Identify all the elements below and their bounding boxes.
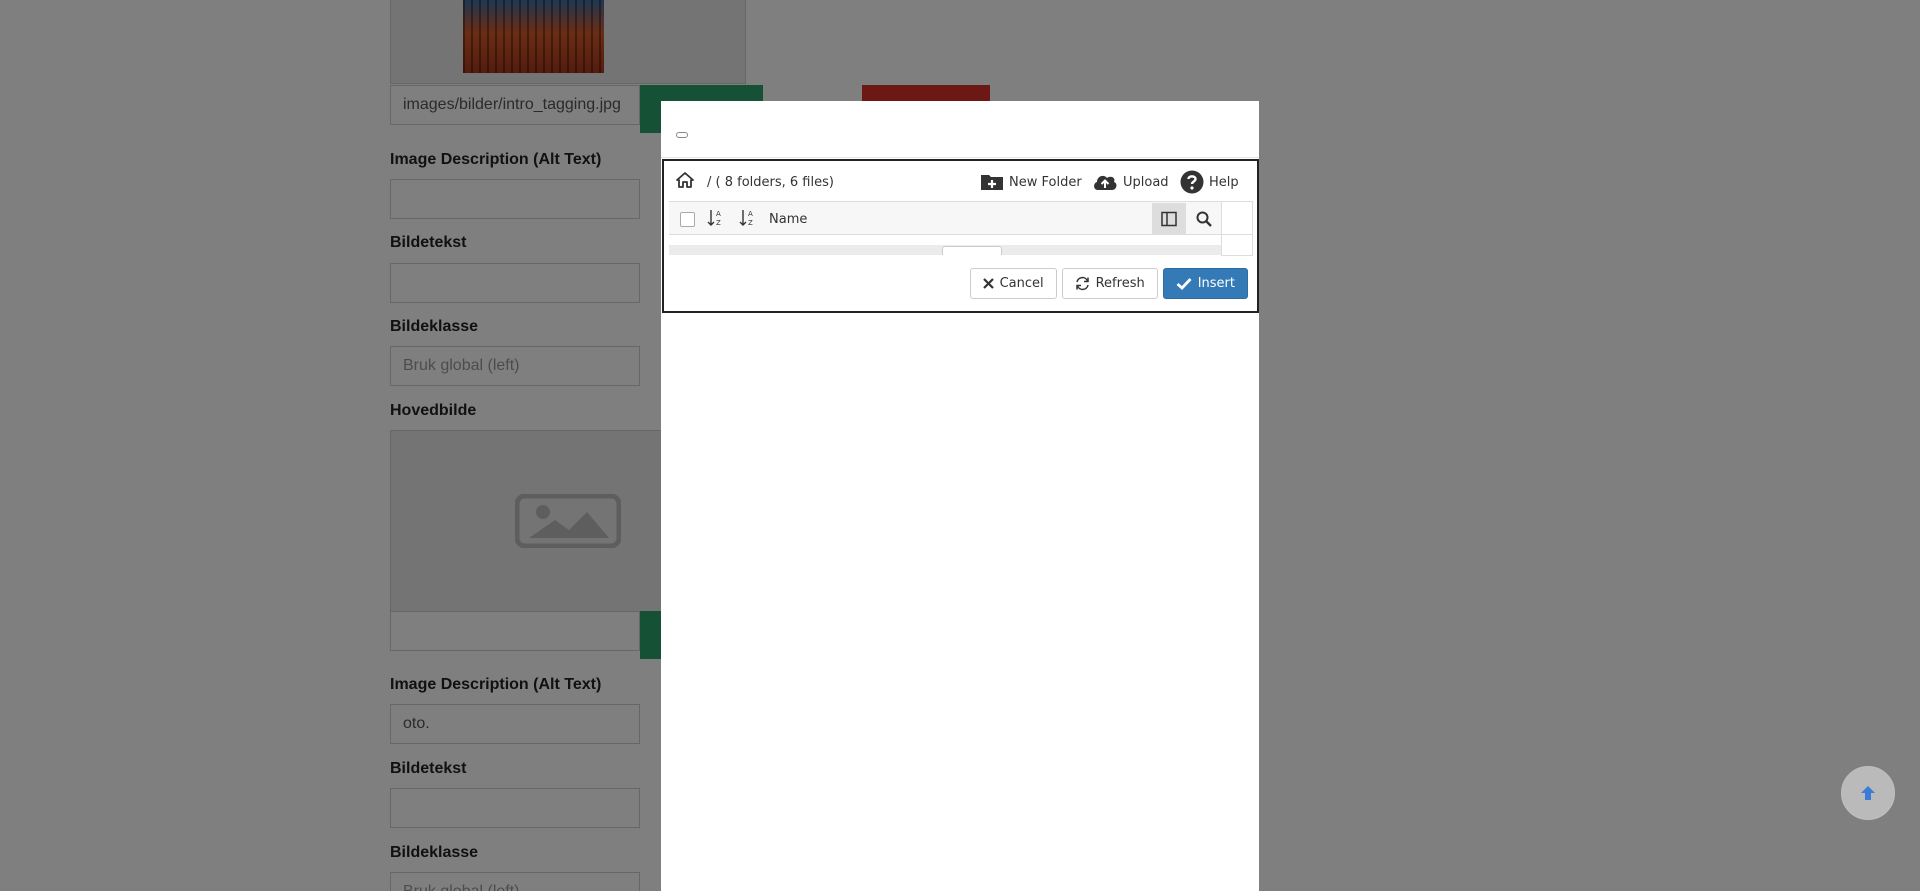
new-folder-button[interactable]: New Folder (980, 170, 1082, 194)
arrow-up-icon (1861, 786, 1875, 800)
breadcrumb[interactable]: / ( 8 folders, 6 files) (707, 175, 834, 190)
modal-header (661, 101, 1259, 158)
media-manager-modal: / ( 8 folders, 6 files) New Folder Uploa… (661, 101, 1259, 891)
file-manager-toolbar: / ( 8 folders, 6 files) New Folder Uploa… (664, 161, 1257, 203)
modal-actions: Cancel Refresh Insert (969, 268, 1248, 299)
svg-text:Z: Z (748, 219, 753, 227)
name-column-header[interactable]: Name (769, 212, 807, 227)
question-circle-icon (1180, 170, 1204, 194)
new-folder-label: New Folder (1009, 174, 1082, 190)
search-icon (1196, 211, 1212, 227)
svg-text:A: A (716, 210, 721, 218)
svg-text:Z: Z (716, 219, 721, 227)
upload-button[interactable]: Upload (1092, 170, 1169, 194)
file-grid-header: A Z A Z Name (669, 201, 1221, 235)
select-all-checkbox[interactable] (680, 212, 695, 227)
modal-close-button[interactable] (676, 132, 688, 138)
insert-button[interactable]: Insert (1162, 268, 1248, 299)
file-manager-panel: / ( 8 folders, 6 files) New Folder Uploa… (662, 159, 1259, 313)
scroll-to-top-button[interactable] (1841, 766, 1895, 820)
folder-plus-icon (981, 175, 1003, 190)
svg-text:A: A (748, 210, 753, 218)
search-button[interactable] (1187, 203, 1221, 234)
cancel-label: Cancel (999, 276, 1044, 291)
sort-alpha-desc-icon[interactable]: A Z (739, 209, 757, 232)
cloud-upload-icon (1094, 175, 1117, 190)
columns-icon (1161, 211, 1177, 226)
grid-paging-strip (669, 245, 1221, 255)
close-icon (982, 278, 994, 289)
help-button[interactable]: Help (1180, 170, 1239, 194)
help-label: Help (1209, 174, 1239, 190)
refresh-icon (1075, 276, 1089, 291)
refresh-label: Refresh (1095, 276, 1145, 291)
upload-label: Upload (1123, 174, 1169, 190)
check-icon (1176, 278, 1192, 290)
home-icon[interactable] (676, 172, 694, 192)
sort-alpha-asc-icon[interactable]: A Z (707, 209, 725, 232)
insert-label: Insert (1197, 276, 1235, 291)
grid-side-cell (1221, 201, 1253, 256)
refresh-button[interactable]: Refresh (1061, 268, 1158, 299)
cancel-button[interactable]: Cancel (969, 268, 1057, 299)
page-size-select[interactable] (942, 246, 1002, 255)
columns-toggle-button[interactable] (1152, 203, 1186, 234)
file-grid-body[interactable] (669, 235, 1221, 245)
